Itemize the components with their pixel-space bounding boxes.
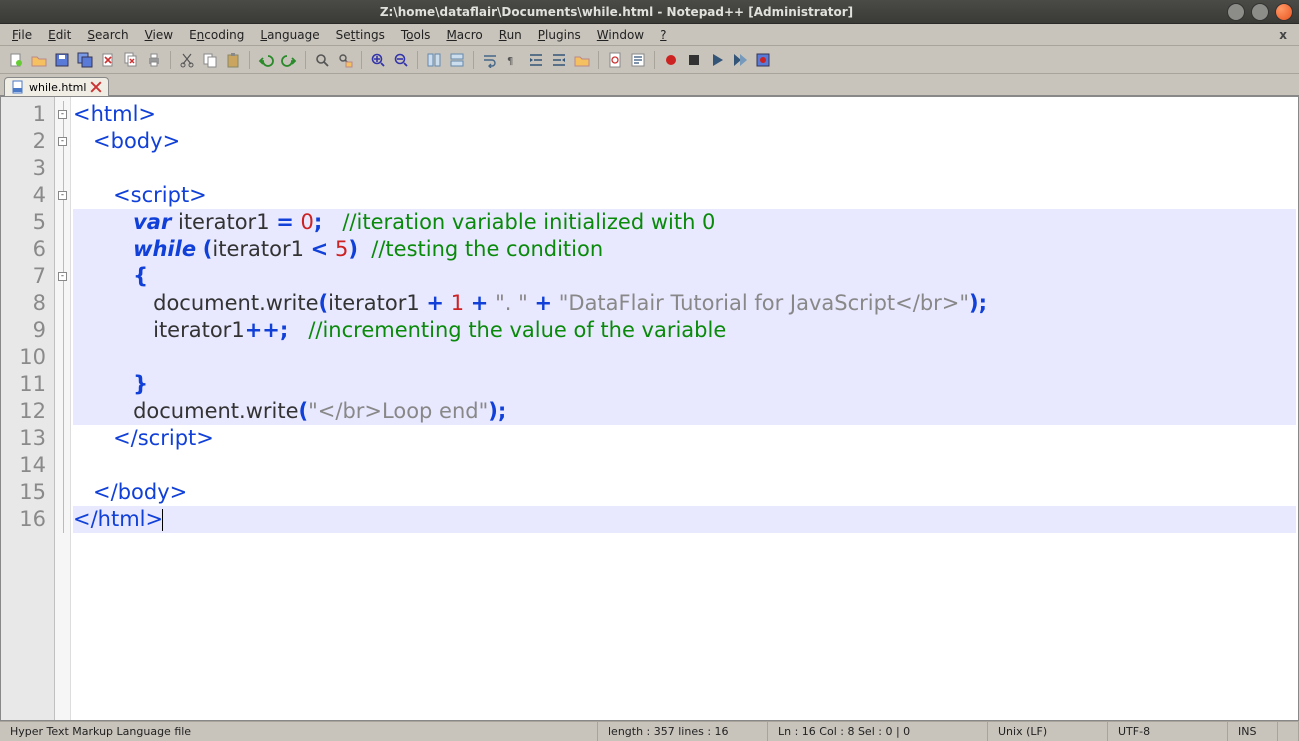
status-encoding[interactable]: UTF-8 [1108,722,1228,741]
code-line[interactable]: while (iterator1 < 5) //testing the cond… [73,236,1296,263]
menu-window[interactable]: Window [589,26,652,44]
doc-map-icon[interactable] [605,50,625,70]
play-multi-icon[interactable] [730,50,750,70]
toolbar-separator [417,51,418,69]
menu-file[interactable]: File [4,26,40,44]
code-line[interactable] [73,344,1296,371]
code-line[interactable]: { [73,263,1296,290]
sync-h-icon[interactable] [447,50,467,70]
redo-icon[interactable] [279,50,299,70]
find-icon[interactable] [312,50,332,70]
status-length: length : 357 lines : 16 [598,722,768,741]
sync-v-icon[interactable] [424,50,444,70]
menu-run[interactable]: Run [491,26,530,44]
editor-area: 12345678910111213141516 ---- <html> <bod… [0,96,1299,721]
paste-icon[interactable] [223,50,243,70]
record-icon[interactable] [661,50,681,70]
code-line[interactable]: <script> [73,182,1296,209]
code-line[interactable]: iterator1++; //incrementing the value of… [73,317,1296,344]
menu-search[interactable]: Search [79,26,136,44]
menu-tools[interactable]: Tools [393,26,439,44]
all-chars-icon[interactable]: ¶ [503,50,523,70]
code-line[interactable] [73,155,1296,182]
menu-encoding[interactable]: Encoding [181,26,252,44]
code-line[interactable]: document.write("</br>Loop end"); [73,398,1296,425]
status-bar: Hyper Text Markup Language file length :… [0,721,1299,741]
cut-icon[interactable] [177,50,197,70]
menu-settings[interactable]: Settings [328,26,393,44]
code-line[interactable]: var iterator1 = 0; //iteration variable … [73,209,1296,236]
line-number-gutter: 12345678910111213141516 [1,97,55,720]
status-position: Ln : 16 Col : 8 Sel : 0 | 0 [768,722,988,741]
tab-close-icon[interactable] [90,81,102,93]
folder-icon[interactable] [572,50,592,70]
undo-icon[interactable] [256,50,276,70]
menu-help[interactable]: ? [652,26,674,44]
copy-icon[interactable] [200,50,220,70]
toolbar-separator [473,51,474,69]
status-eol[interactable]: Unix (LF) [988,722,1108,741]
indent-icon[interactable] [526,50,546,70]
window-titlebar: Z:\home\dataflair\Documents\while.html -… [0,0,1299,24]
print-icon[interactable] [144,50,164,70]
window-title: Z:\home\dataflair\Documents\while.html -… [6,5,1227,19]
stop-icon[interactable] [684,50,704,70]
menu-macro[interactable]: Macro [438,26,490,44]
code-line[interactable]: } [73,371,1296,398]
toolbar-separator [305,51,306,69]
window-controls [1227,3,1293,21]
menu-edit[interactable]: Edit [40,26,79,44]
menu-view[interactable]: View [137,26,181,44]
outdent-icon[interactable] [549,50,569,70]
zoom-in-icon[interactable] [368,50,388,70]
open-icon[interactable] [29,50,49,70]
code-line[interactable]: </script> [73,425,1296,452]
close-window-button[interactable] [1275,3,1293,21]
menu-plugins[interactable]: Plugins [530,26,589,44]
func-list-icon[interactable] [628,50,648,70]
save-icon[interactable] [52,50,72,70]
code-line[interactable]: </html> [73,506,1296,533]
close-all-icon[interactable] [121,50,141,70]
toolbar-separator [170,51,171,69]
save-all-icon[interactable] [75,50,95,70]
menu-language[interactable]: Language [252,26,327,44]
maximize-button[interactable] [1251,3,1269,21]
tab-bar: while.html [0,74,1299,96]
toolbar-separator [654,51,655,69]
toolbar-separator [249,51,250,69]
minimize-button[interactable] [1227,3,1245,21]
code-line[interactable] [73,452,1296,479]
resize-grip[interactable] [1278,722,1299,741]
toolbar-separator [598,51,599,69]
file-icon [11,80,25,94]
tab-label: while.html [29,81,86,94]
code-line[interactable]: </body> [73,479,1296,506]
replace-icon[interactable] [335,50,355,70]
new-icon[interactable] [6,50,26,70]
toolbar-separator [361,51,362,69]
fold-column: ---- [55,97,71,720]
status-filetype: Hyper Text Markup Language file [0,722,598,741]
code-line[interactable]: <html> [73,101,1296,128]
menu-bar: File Edit Search View Encoding Language … [0,24,1299,46]
status-insert-mode[interactable]: INS [1228,722,1278,741]
svg-text:¶: ¶ [507,56,513,67]
toolbar: ¶ [0,46,1299,74]
play-icon[interactable] [707,50,727,70]
code-line[interactable]: <body> [73,128,1296,155]
code-editor[interactable]: <html> <body> <script> var iterator1 = 0… [71,97,1298,720]
mdi-close-button[interactable]: x [1271,28,1295,42]
save-macro-icon[interactable] [753,50,773,70]
close-icon[interactable] [98,50,118,70]
tab-while-html[interactable]: while.html [4,77,109,96]
zoom-out-icon[interactable] [391,50,411,70]
code-line[interactable]: document.write(iterator1 + 1 + ". " + "D… [73,290,1296,317]
wrap-icon[interactable] [480,50,500,70]
